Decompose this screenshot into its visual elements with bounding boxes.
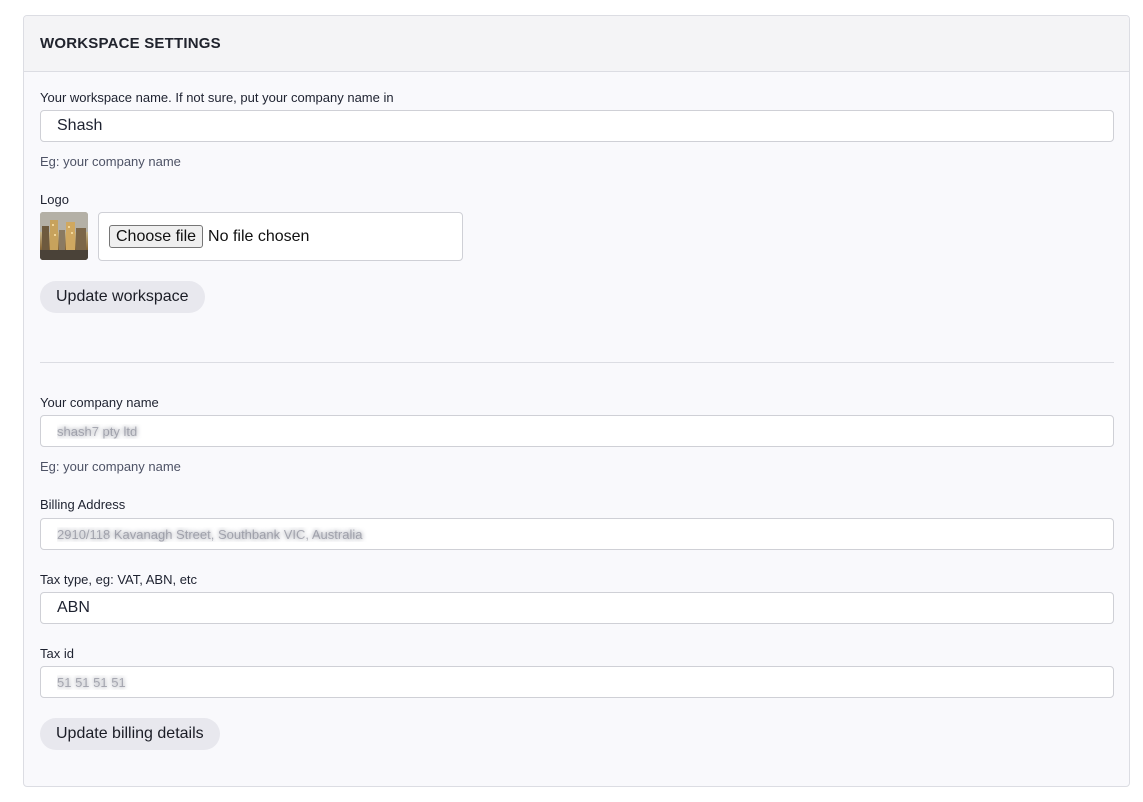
- logo-thumbnail: [40, 212, 88, 260]
- section-divider: [40, 362, 1114, 363]
- logo-file-input[interactable]: Choose file No file chosen: [98, 212, 463, 261]
- update-workspace-button[interactable]: Update workspace: [40, 281, 205, 313]
- choose-file-button[interactable]: Choose file: [109, 225, 204, 248]
- company-name-help: Eg: your company name: [40, 459, 181, 474]
- city-skyline-image: [40, 212, 88, 260]
- card-header: WORKSPACE SETTINGS: [24, 16, 1129, 72]
- tax-type-input[interactable]: [40, 592, 1114, 624]
- company-name-label: Your company name: [40, 395, 159, 410]
- tax-id-input[interactable]: [40, 666, 1114, 698]
- update-billing-button[interactable]: Update billing details: [40, 718, 220, 750]
- billing-address-input[interactable]: [40, 518, 1114, 550]
- page-title: WORKSPACE SETTINGS: [40, 35, 221, 52]
- company-name-input[interactable]: [40, 415, 1114, 447]
- workspace-name-label: Your workspace name. If not sure, put yo…: [40, 90, 394, 105]
- workspace-settings-card: WORKSPACE SETTINGS Your workspace name. …: [23, 15, 1130, 787]
- tax-id-label: Tax id: [40, 646, 74, 661]
- billing-address-label: Billing Address: [40, 497, 126, 512]
- logo-label: Logo: [40, 192, 69, 207]
- workspace-name-help: Eg: your company name: [40, 154, 181, 169]
- tax-type-label: Tax type, eg: VAT, ABN, etc: [40, 572, 198, 587]
- file-status-text: No file chosen: [208, 227, 310, 245]
- workspace-name-input[interactable]: [40, 110, 1114, 142]
